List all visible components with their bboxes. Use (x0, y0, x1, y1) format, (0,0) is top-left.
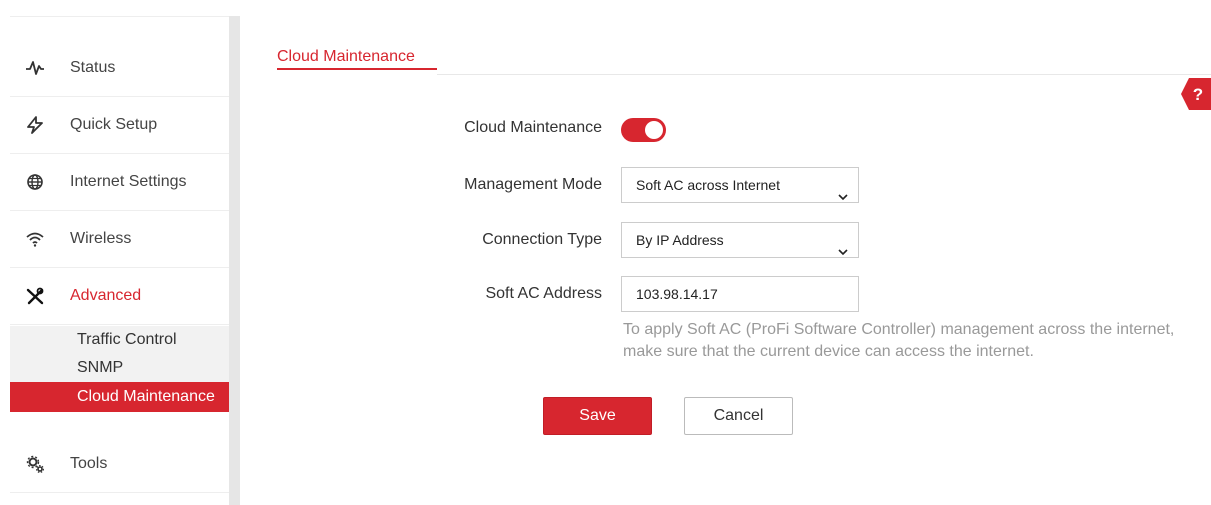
sidebar-item-label: Status (70, 59, 116, 76)
tab-cloud-maintenance[interactable]: Cloud Maintenance (277, 48, 415, 66)
sidebar-item-advanced[interactable]: Advanced (10, 268, 229, 325)
connection-type-select[interactable]: By IP Address (621, 222, 859, 258)
chevron-down-icon (838, 235, 848, 256)
advanced-submenu: Traffic Control SNMP Cloud Maintenance (10, 326, 229, 412)
submenu-item-traffic-control[interactable]: Traffic Control (10, 326, 229, 354)
management-mode-select[interactable]: Soft AC across Internet (621, 167, 859, 203)
sidebar-item-label: Quick Setup (70, 116, 158, 133)
chevron-down-icon (838, 180, 848, 201)
cloud-maintenance-toggle[interactable] (621, 118, 666, 142)
sidebar-item-internet-settings[interactable]: Internet Settings (10, 154, 229, 211)
gears-icon (25, 454, 45, 474)
tools-cross-icon (25, 286, 45, 306)
connection-type-value: By IP Address (636, 232, 724, 248)
tab-underline (277, 68, 437, 70)
tab-divider (437, 74, 1211, 75)
soft-ac-hint-text: To apply Soft AC (ProFi Software Control… (623, 321, 1175, 360)
cancel-button[interactable]: Cancel (684, 397, 793, 435)
sidebar-item-label: Advanced (70, 287, 142, 304)
main-content: Cloud Maintenance ? Cloud Maintenance Ma… (240, 16, 1211, 505)
sidebar-item-label: Wireless (70, 230, 132, 247)
submenu-item-snmp[interactable]: SNMP (10, 354, 229, 382)
cloud-maintenance-label: Cloud Maintenance (464, 119, 602, 136)
soft-ac-address-label: Soft AC Address (485, 285, 602, 302)
sidebar-scrollbar[interactable] (229, 16, 240, 505)
submenu-item-cloud-maintenance[interactable]: Cloud Maintenance (10, 382, 229, 412)
globe-icon (25, 172, 45, 192)
lightning-icon (25, 115, 45, 135)
save-button[interactable]: Save (543, 397, 652, 435)
sidebar-item-wireless[interactable]: Wireless (10, 211, 229, 268)
management-mode-label: Management Mode (464, 176, 602, 193)
soft-ac-address-input[interactable] (621, 276, 859, 312)
sidebar-item-label: Internet Settings (70, 173, 187, 190)
sidebar-item-status[interactable]: Status (10, 40, 229, 97)
sidebar-item-label: Tools (70, 455, 108, 472)
management-mode-value: Soft AC across Internet (636, 177, 780, 193)
sidebar-item-quick-setup[interactable]: Quick Setup (10, 97, 229, 154)
help-icon[interactable]: ? (1181, 78, 1211, 110)
sidebar: Status Quick Setup Internet Settings Wir… (10, 16, 229, 505)
pulse-icon (25, 58, 45, 78)
svg-text:?: ? (1193, 85, 1203, 104)
sidebar-item-tools[interactable]: Tools (10, 436, 229, 493)
wifi-icon (25, 229, 45, 249)
connection-type-label: Connection Type (482, 231, 602, 248)
